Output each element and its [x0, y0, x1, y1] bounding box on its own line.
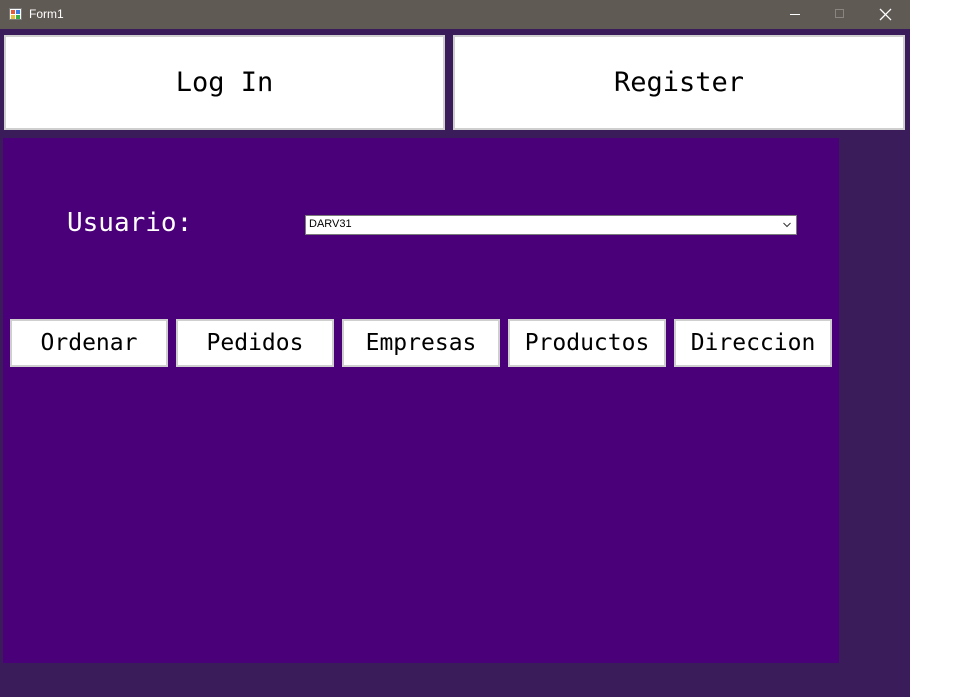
- ordenar-button[interactable]: Ordenar: [10, 319, 168, 367]
- user-select-value: DARV31: [309, 218, 352, 230]
- maximize-button[interactable]: [818, 0, 863, 29]
- user-select[interactable]: DARV31: [305, 215, 797, 235]
- close-icon: [879, 8, 892, 21]
- empresas-button[interactable]: Empresas: [342, 319, 500, 367]
- login-button[interactable]: Log In: [4, 35, 445, 130]
- user-label: Usuario:: [67, 208, 193, 238]
- close-button[interactable]: [863, 0, 908, 29]
- window-title: Form1: [29, 7, 64, 21]
- chevron-down-icon[interactable]: [782, 220, 792, 230]
- pedidos-button[interactable]: Pedidos: [176, 319, 334, 367]
- direccion-button[interactable]: Direccion: [674, 319, 832, 367]
- maximize-icon: [835, 9, 844, 18]
- app-window: Form1 Log In Register Usuario: DARV31 Or…: [0, 0, 910, 697]
- main-panel: Usuario: DARV31 Ordenar Pedidos Empresas…: [3, 138, 839, 663]
- minimize-button[interactable]: [773, 0, 818, 29]
- register-button[interactable]: Register: [453, 35, 905, 130]
- productos-button[interactable]: Productos: [508, 319, 666, 367]
- title-bar[interactable]: Form1: [0, 0, 910, 29]
- app-form-icon: [9, 8, 22, 20]
- minimize-icon: [790, 14, 800, 15]
